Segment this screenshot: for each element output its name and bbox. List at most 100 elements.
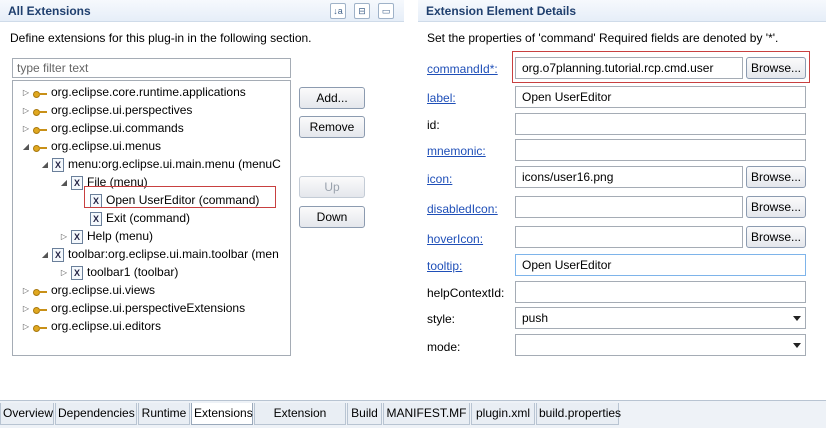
collapsed-twisty-icon[interactable]: ▷ bbox=[21, 300, 31, 318]
tree-item-label: menu:org.eclipse.ui.main.menu (menuC bbox=[68, 157, 281, 171]
tree-item-label: org.eclipse.ui.menus bbox=[51, 139, 162, 153]
minimize-icon[interactable]: ▭ bbox=[378, 3, 394, 19]
tree-item[interactable]: ▷ org.eclipse.core.runtime.applications bbox=[21, 83, 246, 101]
element-details-title: Extension Element Details bbox=[426, 4, 577, 18]
tree-item-label: toolbar1 (toolbar) bbox=[87, 265, 179, 279]
element-icon: X bbox=[71, 229, 83, 244]
tree-item-label: org.eclipse.ui.perspectives bbox=[51, 103, 193, 117]
element-icon: X bbox=[52, 247, 64, 262]
extension-icon bbox=[33, 124, 47, 134]
tree-item[interactable]: ▷ org.eclipse.ui.perspectiveExtensions bbox=[21, 299, 245, 317]
tab-extension-points[interactable]: Extension Points bbox=[254, 403, 346, 428]
collapsed-twisty-icon[interactable]: ▷ bbox=[21, 84, 31, 102]
hovericon-field[interactable] bbox=[515, 226, 743, 248]
tree-item-label: Exit (command) bbox=[106, 211, 191, 225]
tab-manifest-mf[interactable]: MANIFEST.MF bbox=[383, 403, 470, 425]
collapsed-twisty-icon[interactable]: ▷ bbox=[21, 318, 31, 336]
tree-item-label: org.eclipse.core.runtime.applications bbox=[51, 85, 246, 99]
tab-dependencies[interactable]: Dependencies bbox=[55, 403, 137, 425]
hovericon-browse-button[interactable]: Browse... bbox=[746, 226, 806, 248]
tooltip-label[interactable]: tooltip: bbox=[427, 259, 462, 273]
helpcontextid-field[interactable] bbox=[515, 281, 806, 303]
disabledicon-browse-button[interactable]: Browse... bbox=[746, 196, 806, 218]
remove-button[interactable]: Remove bbox=[299, 116, 365, 138]
tree-item-label: org.eclipse.ui.commands bbox=[51, 121, 184, 135]
extension-icon bbox=[33, 286, 47, 296]
chevron-down-icon bbox=[793, 316, 801, 321]
icon-label[interactable]: icon: bbox=[427, 172, 452, 186]
all-extensions-title: All Extensions bbox=[8, 4, 91, 18]
tree-item[interactable]: X Exit (command) bbox=[78, 209, 190, 227]
tree-item[interactable]: ▷ org.eclipse.ui.editors bbox=[21, 317, 161, 335]
expanded-twisty-icon[interactable]: ◢ bbox=[21, 138, 31, 156]
add-button[interactable]: Add... bbox=[299, 87, 365, 109]
tree-item-label: toolbar:org.eclipse.ui.main.toolbar (men bbox=[68, 247, 279, 261]
id-label: id: bbox=[427, 118, 440, 132]
commandid-browse-button[interactable]: Browse... bbox=[746, 57, 806, 79]
tree-item[interactable]: ▷ org.eclipse.ui.views bbox=[21, 281, 155, 299]
collapsed-twisty-icon[interactable]: ▷ bbox=[59, 264, 69, 282]
tree-item[interactable]: ▷ org.eclipse.ui.commands bbox=[21, 119, 184, 137]
all-extensions-header: All Extensions ↓a ⊟ ▭ bbox=[0, 0, 404, 22]
filter-input[interactable] bbox=[12, 58, 291, 78]
tab-build[interactable]: Build bbox=[347, 403, 382, 425]
hovericon-label[interactable]: hoverIcon: bbox=[427, 232, 483, 246]
collapsed-twisty-icon[interactable]: ▷ bbox=[21, 102, 31, 120]
mode-label: mode: bbox=[427, 340, 461, 354]
element-details-header: Extension Element Details bbox=[418, 0, 826, 22]
tree-item[interactable]: ◢ Xmenu:org.eclipse.ui.main.menu (menuC bbox=[40, 155, 281, 173]
extension-icon bbox=[33, 322, 47, 332]
tab-plugin-xml[interactable]: plugin.xml bbox=[471, 403, 535, 425]
tab-extensions[interactable]: Extensions bbox=[191, 403, 253, 425]
element-icon: X bbox=[90, 211, 102, 226]
selection-highlight bbox=[84, 186, 276, 208]
expanded-twisty-icon[interactable]: ◢ bbox=[59, 174, 69, 192]
commandid-label[interactable]: commandId*: bbox=[427, 62, 498, 76]
collapsed-twisty-icon[interactable]: ▷ bbox=[21, 120, 31, 138]
label-field[interactable]: Open UserEditor bbox=[515, 86, 806, 108]
extension-icon bbox=[33, 142, 47, 152]
tree-item-label: Help (menu) bbox=[87, 229, 154, 243]
expanded-twisty-icon[interactable]: ◢ bbox=[40, 156, 50, 174]
tooltip-field[interactable]: Open UserEditor bbox=[515, 254, 806, 276]
style-select-value: push bbox=[522, 311, 549, 325]
tab-overview[interactable]: Overview bbox=[0, 403, 54, 425]
up-button[interactable]: Up bbox=[299, 176, 365, 198]
icon-browse-button[interactable]: Browse... bbox=[746, 166, 806, 188]
chevron-down-icon bbox=[793, 343, 801, 348]
collapse-icon[interactable]: ⊟ bbox=[354, 3, 370, 19]
editor-tab-bar: Overview Dependencies Runtime Extensions Ext… bbox=[0, 400, 826, 428]
extension-icon bbox=[33, 88, 47, 98]
disabledicon-field[interactable] bbox=[515, 196, 743, 218]
style-label: style: bbox=[427, 312, 456, 326]
tree-item-label: org.eclipse.ui.editors bbox=[51, 319, 162, 333]
disabledicon-label[interactable]: disabledIcon: bbox=[427, 202, 498, 216]
id-field[interactable] bbox=[515, 113, 806, 135]
mnemonic-field[interactable] bbox=[515, 139, 806, 161]
tree-item[interactable]: ▷ Xtoolbar1 (toolbar) bbox=[59, 263, 178, 281]
collapsed-twisty-icon[interactable]: ▷ bbox=[21, 282, 31, 300]
style-select[interactable]: push bbox=[515, 307, 806, 329]
all-extensions-description: Define extensions for this plug-in in th… bbox=[10, 31, 312, 45]
tab-runtime[interactable]: Runtime bbox=[138, 403, 190, 425]
tree-item[interactable]: ▷ X Help (menu) bbox=[59, 227, 153, 245]
sort-az-icon[interactable]: ↓a bbox=[330, 3, 346, 19]
element-icon: X bbox=[71, 175, 83, 190]
element-details-description: Set the properties of 'command' Required… bbox=[427, 31, 779, 45]
tree-item-label: org.eclipse.ui.perspectiveExtensions bbox=[51, 301, 246, 315]
collapsed-twisty-icon[interactable]: ▷ bbox=[59, 228, 69, 246]
element-icon: X bbox=[71, 265, 83, 280]
mode-select[interactable] bbox=[515, 334, 806, 356]
mnemonic-label[interactable]: mnemonic: bbox=[427, 144, 486, 158]
panel-divider[interactable] bbox=[408, 0, 414, 400]
down-button[interactable]: Down bbox=[299, 206, 365, 228]
tree-item[interactable]: ◢ Xtoolbar:org.eclipse.ui.main.toolbar (m… bbox=[40, 245, 279, 263]
tab-build-properties[interactable]: build.properties bbox=[536, 403, 621, 425]
expanded-twisty-icon[interactable]: ◢ bbox=[40, 246, 50, 264]
tree-item[interactable]: ▷ org.eclipse.ui.perspectives bbox=[21, 101, 192, 119]
extensions-tree[interactable]: ▷ org.eclipse.core.runtime.applications ▷ o… bbox=[12, 80, 291, 356]
commandid-field[interactable]: org.o7planning.tutorial.rcp.cmd.user bbox=[515, 57, 743, 79]
icon-field[interactable]: icons/user16.png bbox=[515, 166, 743, 188]
label-label[interactable]: label: bbox=[427, 91, 456, 105]
tree-item[interactable]: ◢ org.eclipse.ui.menus bbox=[21, 137, 161, 155]
